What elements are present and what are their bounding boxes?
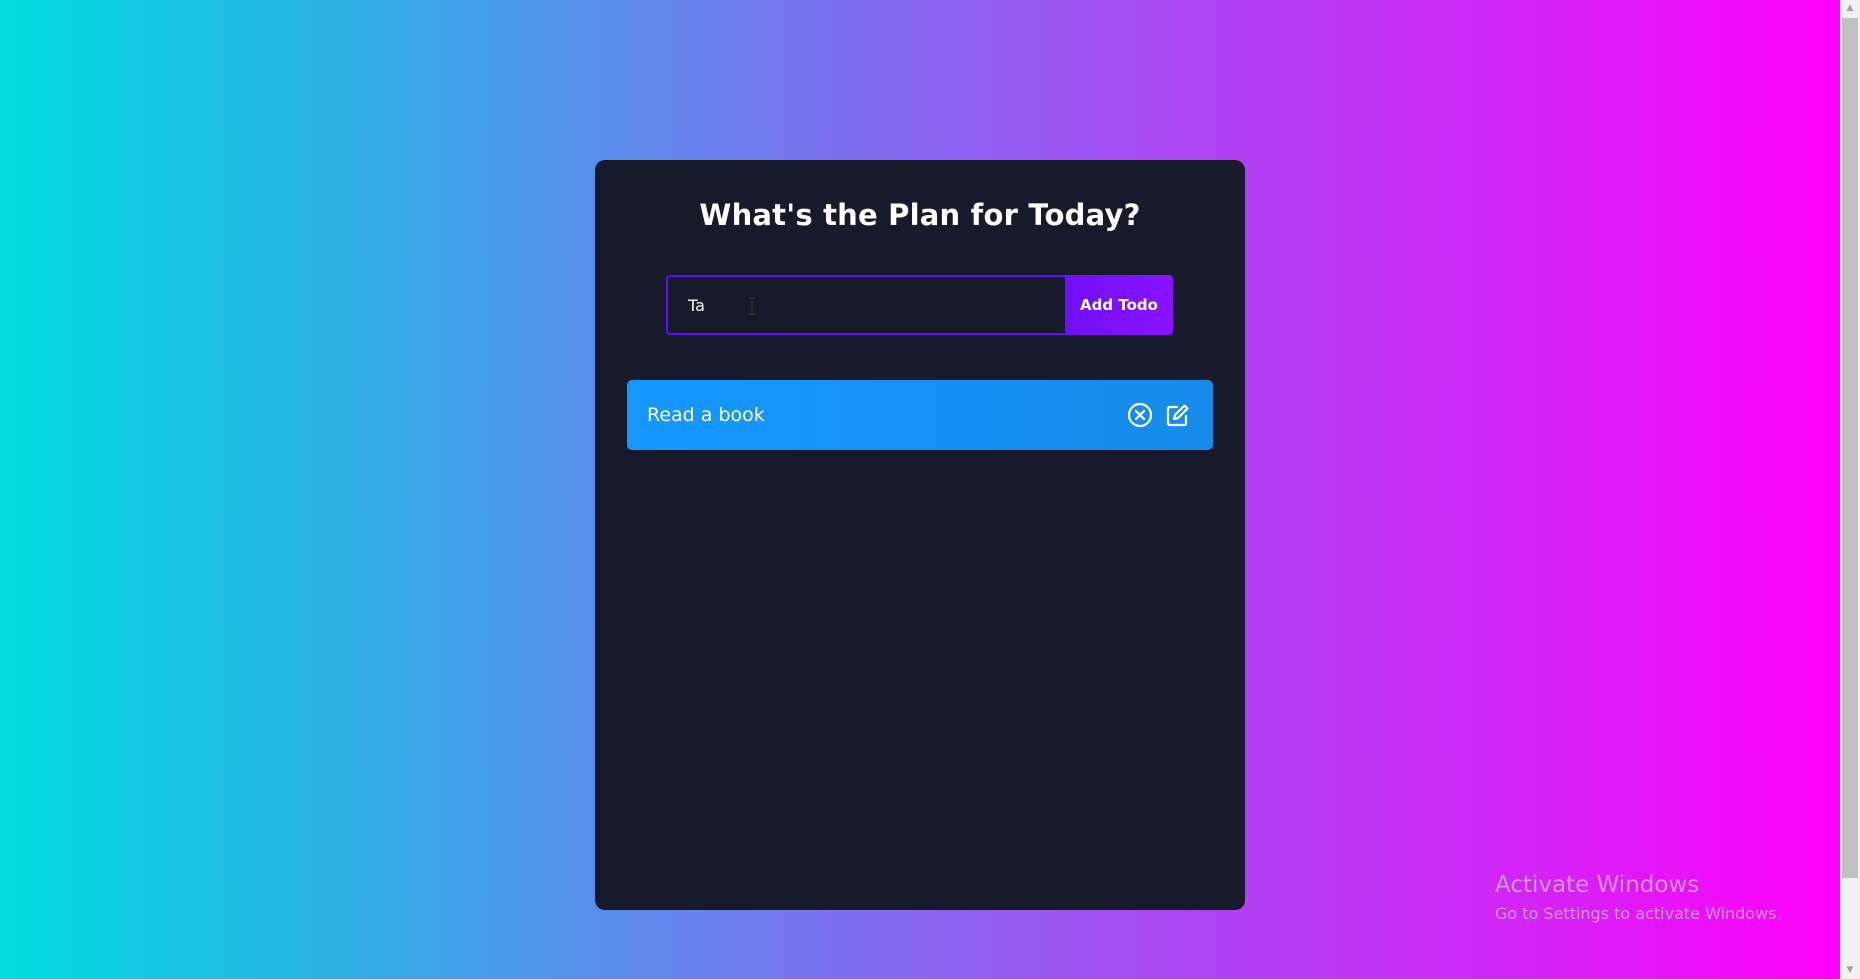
close-circle-icon[interactable] [1125, 400, 1155, 430]
vertical-scrollbar[interactable]: ▲ ▼ [1840, 0, 1860, 979]
edit-icon[interactable] [1163, 400, 1193, 430]
watermark-title: Activate Windows [1495, 872, 1700, 898]
todo-input[interactable] [666, 275, 1065, 335]
todo-item: Read a book [627, 380, 1213, 450]
windows-activation-watermark: Activate Windows Go to Settings to activ… [1495, 872, 1782, 923]
todo-item-actions [1125, 400, 1193, 430]
scroll-down-arrow-icon[interactable]: ▼ [1840, 962, 1860, 979]
scroll-up-arrow-icon[interactable]: ▲ [1840, 0, 1860, 17]
scrollbar-thumb[interactable] [1842, 18, 1858, 878]
page-background: What's the Plan for Today? Add Todo Read… [0, 0, 1840, 979]
add-todo-button[interactable]: Add Todo [1065, 275, 1173, 335]
page-title: What's the Plan for Today? [699, 198, 1141, 232]
text-cursor-icon [749, 297, 755, 315]
watermark-subtitle: Go to Settings to activate Windows. [1495, 904, 1782, 923]
todo-app-card [595, 160, 1245, 910]
todo-form: Add Todo [666, 275, 1173, 335]
todo-item-text: Read a book [647, 404, 765, 426]
